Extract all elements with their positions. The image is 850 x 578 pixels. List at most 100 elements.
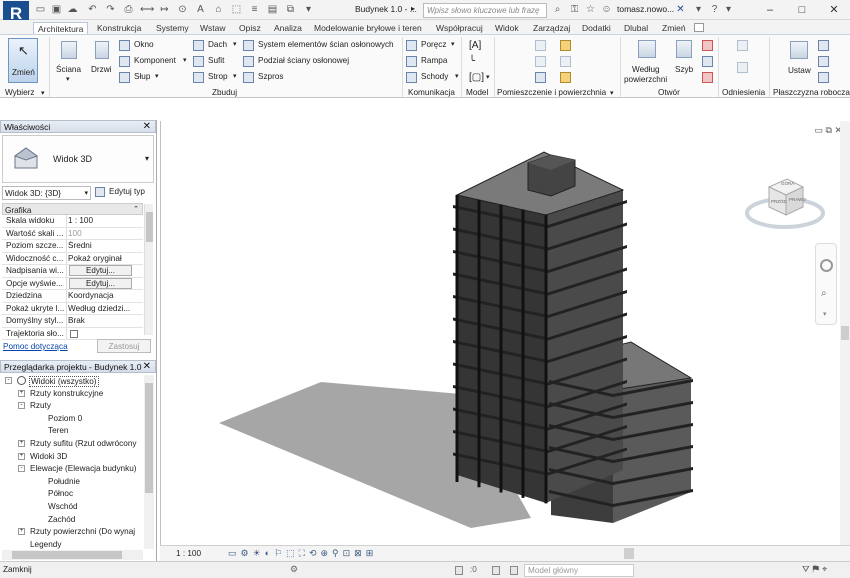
dimension-icon[interactable]: ↦ [158,3,171,16]
ribbon-minimize-icon[interactable] [694,23,704,32]
browser-hscroll-thumb[interactable] [12,551,122,559]
browser-scrollbar[interactable] [144,375,154,549]
column-dropdown-icon[interactable]: ▾ [155,72,159,80]
user-name[interactable]: tomasz.nowo... [617,4,674,14]
level-icon[interactable] [737,40,748,51]
browser-close-icon[interactable]: ✕ [143,361,151,372]
close-hidden-icon[interactable]: ▤ [266,3,279,16]
exchange-icon[interactable]: ✕ [674,3,687,16]
view-vscroll-thumb[interactable] [841,326,849,340]
collapse-icon[interactable]: - [5,377,12,384]
zoom-icon[interactable]: ⌕ [821,288,827,299]
viewer-icon[interactable] [818,72,829,83]
model-line-icon[interactable]: ╰ [469,56,475,67]
expand-icon[interactable]: + [18,389,25,397]
select-dropdown-icon[interactable]: ▾ [41,89,45,97]
railing-dropdown-icon[interactable]: ▾ [451,40,455,48]
maximize-button[interactable]: □ [787,0,817,20]
property-value[interactable]: Według dziedzi... [68,304,134,313]
switch-windows-icon[interactable]: ⧉ [284,3,297,16]
tree-item[interactable]: Południe [2,476,143,488]
section-icon[interactable]: ⬚ [230,3,243,16]
browser-hscrollbar[interactable] [2,550,143,560]
shaft-button[interactable]: Szyb [674,38,696,78]
open-icon[interactable]: ▭ [34,3,47,16]
measure-icon[interactable]: ⟷ [140,3,154,16]
tree-item[interactable]: + Widoki 3D [2,451,143,463]
property-value[interactable]: Koordynacja [68,291,134,300]
tree-item[interactable]: Zachód [2,514,143,526]
property-row[interactable]: Dziedzina Koordynacja [2,290,143,303]
instance-filter-select[interactable]: Widok 3D: {3D} ▾ [2,186,91,200]
type-dropdown-icon[interactable]: ▾ [145,154,149,163]
tree-item[interactable]: Legendy [2,539,143,549]
property-value[interactable]: 1 : 100 [68,216,134,225]
view-scale[interactable]: 1 : 100 [176,549,201,558]
view-vscrollbar[interactable] [840,121,850,545]
set-work-plane-button[interactable]: Ustaw [785,38,815,82]
title-overflow-icon[interactable]: ▸ [411,4,415,13]
property-row[interactable]: Domyślny styl... Brak [2,315,143,328]
tag-area-icon[interactable] [560,72,571,83]
collapse-icon[interactable]: - [18,402,25,410]
redo-icon[interactable]: ↷ [104,3,117,16]
wall-opening-icon[interactable] [702,40,713,51]
steering-wheel-icon[interactable] [820,259,833,272]
collapse-icon[interactable]: - [18,465,25,473]
room-dropdown-icon[interactable]: ▾ [610,89,614,97]
property-row[interactable]: Widoczność c... Pokaż oryginał [2,252,143,265]
properties-help-link[interactable]: Pomoc dotycząca [3,342,68,351]
tree-item[interactable]: - Rzuty [2,400,143,412]
editable-only-icon[interactable] [492,566,500,575]
scroll-thumb[interactable] [146,212,153,242]
print-icon[interactable]: ⎙ [122,3,135,16]
3d-view-canvas[interactable]: ▭ ⧉ ✕ GÓRA PRZÓD PRAWO ⌕ ▾ [160,121,850,545]
cart-icon[interactable]: ▾ [692,3,705,16]
modify-button[interactable]: ↖ Zmień [8,38,38,83]
component-dropdown-icon[interactable]: ▾ [183,56,187,64]
close-button[interactable]: ✕ [819,0,849,20]
search-input[interactable]: Wpisz słowo kluczowe lub frazę [423,3,547,18]
tree-item[interactable]: Teren [2,425,143,437]
tree-item[interactable]: Wschód [2,501,143,513]
undo-icon[interactable]: ↶ [86,3,99,16]
roof-dropdown-icon[interactable]: ▾ [233,40,237,48]
tree-item[interactable]: - Widoki (wszystko) [2,375,143,387]
save-icon[interactable]: ▣ [50,3,63,16]
subscription-icon[interactable]: ⚿ [568,3,581,16]
user-icon[interactable]: ☺ [600,3,613,16]
binoculars-icon[interactable]: ⌕ [551,3,564,16]
area-icon[interactable] [560,40,571,51]
room-separator-icon[interactable] [535,56,546,67]
property-row[interactable]: Skala widoku 1 : 100 [2,215,143,228]
vertical-opening-icon[interactable] [702,56,713,67]
show-work-plane-icon[interactable] [818,40,829,51]
property-row[interactable]: Wartość skali ... 100 [2,227,143,240]
section-grafika[interactable]: Grafika ⌃ [2,203,143,215]
type-selector[interactable]: Widok 3D ▾ [2,135,154,183]
model-text-icon[interactable]: [A] [469,40,481,51]
view-control-icons[interactable]: ▭⚙☀◐⚐⬚⛶⟲⊕⚲⊡⊠⊞ [228,548,377,559]
expand-icon[interactable]: + [18,440,25,447]
property-value[interactable]: Brak [68,316,134,325]
model-group-icon[interactable]: [▢] [469,72,484,83]
area-boundary-icon[interactable] [560,56,571,67]
design-option-set-icon[interactable] [510,566,518,575]
property-row[interactable]: Poziom szcze... Średni [2,240,143,253]
active-workset-select[interactable]: Model główny [524,564,634,577]
qat-dropdown-icon[interactable]: ▾ [302,3,315,16]
tag-room-icon[interactable] [535,72,546,83]
view-cube[interactable]: GÓRA PRZÓD PRAWO [744,171,826,235]
minimize-button[interactable]: – [755,0,785,20]
3d-view-icon[interactable]: ⌂ [212,3,225,16]
help-icon[interactable]: ? [708,3,721,16]
expand-icon[interactable]: + [18,528,25,536]
tree-item[interactable]: Poziom 0 [2,413,143,425]
property-value[interactable]: Średni [68,241,134,250]
property-value[interactable]: 100 [68,229,134,238]
grid-icon[interactable] [737,62,748,73]
help-dropdown-icon[interactable]: ▾ [722,3,735,16]
browser-scroll-thumb[interactable] [145,383,153,493]
worksets-icon[interactable]: ⚙ [290,564,298,575]
favorites-icon[interactable]: ☆ [584,3,597,16]
